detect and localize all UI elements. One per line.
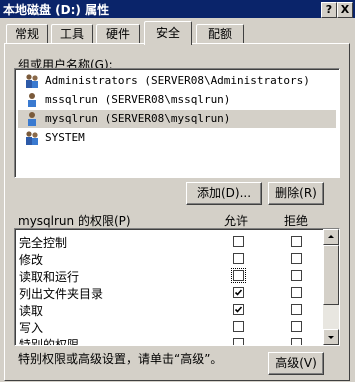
tab-security[interactable]: 安全 — [144, 21, 192, 45]
window-title: 本地磁盘 (D:) 属性 — [3, 3, 110, 17]
permissions-list: 完全控制 修改 读取和运行 列出文件夹目录 读取 写入 特别的权限 — [14, 228, 340, 346]
user-list[interactable]: Administrators (SERVER08\Administrators)… — [14, 68, 340, 178]
user-name: mssqlrun (SERVER08\mssqlrun) — [45, 93, 231, 106]
list-item-mysqlrun[interactable]: mysqlrun (SERVER08\mysqlrun) — [18, 110, 336, 128]
permission-row: 读取和运行 — [15, 267, 315, 285]
advanced-note: 特别权限或高级设置，请单击“高级”。 — [18, 352, 223, 366]
scroll-thumb[interactable] — [323, 245, 339, 305]
permissions-label: mysqlrun 的权限(P) — [18, 214, 131, 228]
tab-tools[interactable]: 工具 — [51, 24, 93, 44]
deny-checkbox[interactable] — [291, 304, 302, 315]
allow-checkbox[interactable] — [233, 253, 244, 264]
arrow-up-icon — [328, 235, 334, 238]
permission-row: 读取 — [15, 301, 315, 319]
help-button[interactable]: ? — [321, 2, 337, 18]
permission-row: 特别的权限 — [15, 335, 315, 346]
close-button[interactable]: X — [337, 2, 353, 18]
allow-checkbox[interactable] — [233, 304, 244, 315]
deny-checkbox[interactable] — [291, 321, 302, 332]
scroll-down-button[interactable] — [323, 329, 339, 345]
arrow-down-icon — [328, 336, 334, 339]
allow-checkbox[interactable] — [233, 338, 244, 345]
permission-row: 修改 — [15, 250, 315, 268]
list-item-administrators[interactable]: Administrators (SERVER08\Administrators) — [18, 72, 336, 90]
advanced-button[interactable]: 高级(V) — [268, 352, 324, 375]
group-icon — [26, 131, 38, 145]
permission-name: 读取 — [19, 304, 44, 318]
tab-general[interactable]: 常规 — [6, 24, 48, 44]
deny-checkbox[interactable] — [291, 236, 302, 247]
permission-name: 完全控制 — [19, 236, 68, 250]
user-name: SYSTEM — [45, 131, 85, 144]
permission-row: 写入 — [15, 318, 315, 336]
allow-checkbox[interactable] — [233, 236, 244, 247]
permission-name: 修改 — [19, 253, 44, 267]
group-icon — [26, 74, 38, 88]
permissions-scrollbar[interactable] — [323, 229, 339, 345]
user-icon — [28, 93, 36, 107]
deny-checkbox[interactable] — [291, 270, 302, 281]
permission-row: 列出文件夹目录 — [15, 284, 315, 302]
add-button[interactable]: 添加(D)... — [186, 182, 262, 205]
remove-button[interactable]: 删除(R) — [268, 182, 324, 205]
user-name: Administrators (SERVER08\Administrators) — [45, 74, 310, 87]
deny-checkbox[interactable] — [291, 338, 302, 345]
tab-hardware[interactable]: 硬件 — [96, 24, 140, 44]
check-icon — [234, 306, 243, 313]
permission-name: 写入 — [19, 321, 44, 335]
permission-name: 列出文件夹目录 — [19, 287, 104, 301]
list-item-mssqlrun[interactable]: mssqlrun (SERVER08\mssqlrun) — [18, 91, 336, 109]
title-bar: 本地磁盘 (D:) 属性 ? X — [0, 0, 355, 18]
list-item-system[interactable]: SYSTEM — [18, 129, 336, 147]
permission-name: 特别的权限 — [19, 338, 80, 346]
permission-name: 读取和运行 — [19, 270, 80, 284]
deny-checkbox[interactable] — [291, 287, 302, 298]
deny-header: 拒绝 — [284, 214, 309, 228]
check-icon — [234, 289, 243, 296]
tab-quota[interactable]: 配额 — [196, 24, 244, 44]
allow-header: 允许 — [224, 214, 249, 228]
allow-checkbox[interactable] — [233, 287, 244, 298]
allow-checkbox[interactable] — [231, 268, 246, 283]
deny-checkbox[interactable] — [291, 253, 302, 264]
allow-checkbox[interactable] — [233, 321, 244, 332]
permission-row: 完全控制 — [15, 233, 315, 251]
user-icon — [28, 112, 36, 126]
user-name: mysqlrun (SERVER08\mysqlrun) — [45, 112, 231, 125]
scroll-up-button[interactable] — [323, 229, 339, 245]
